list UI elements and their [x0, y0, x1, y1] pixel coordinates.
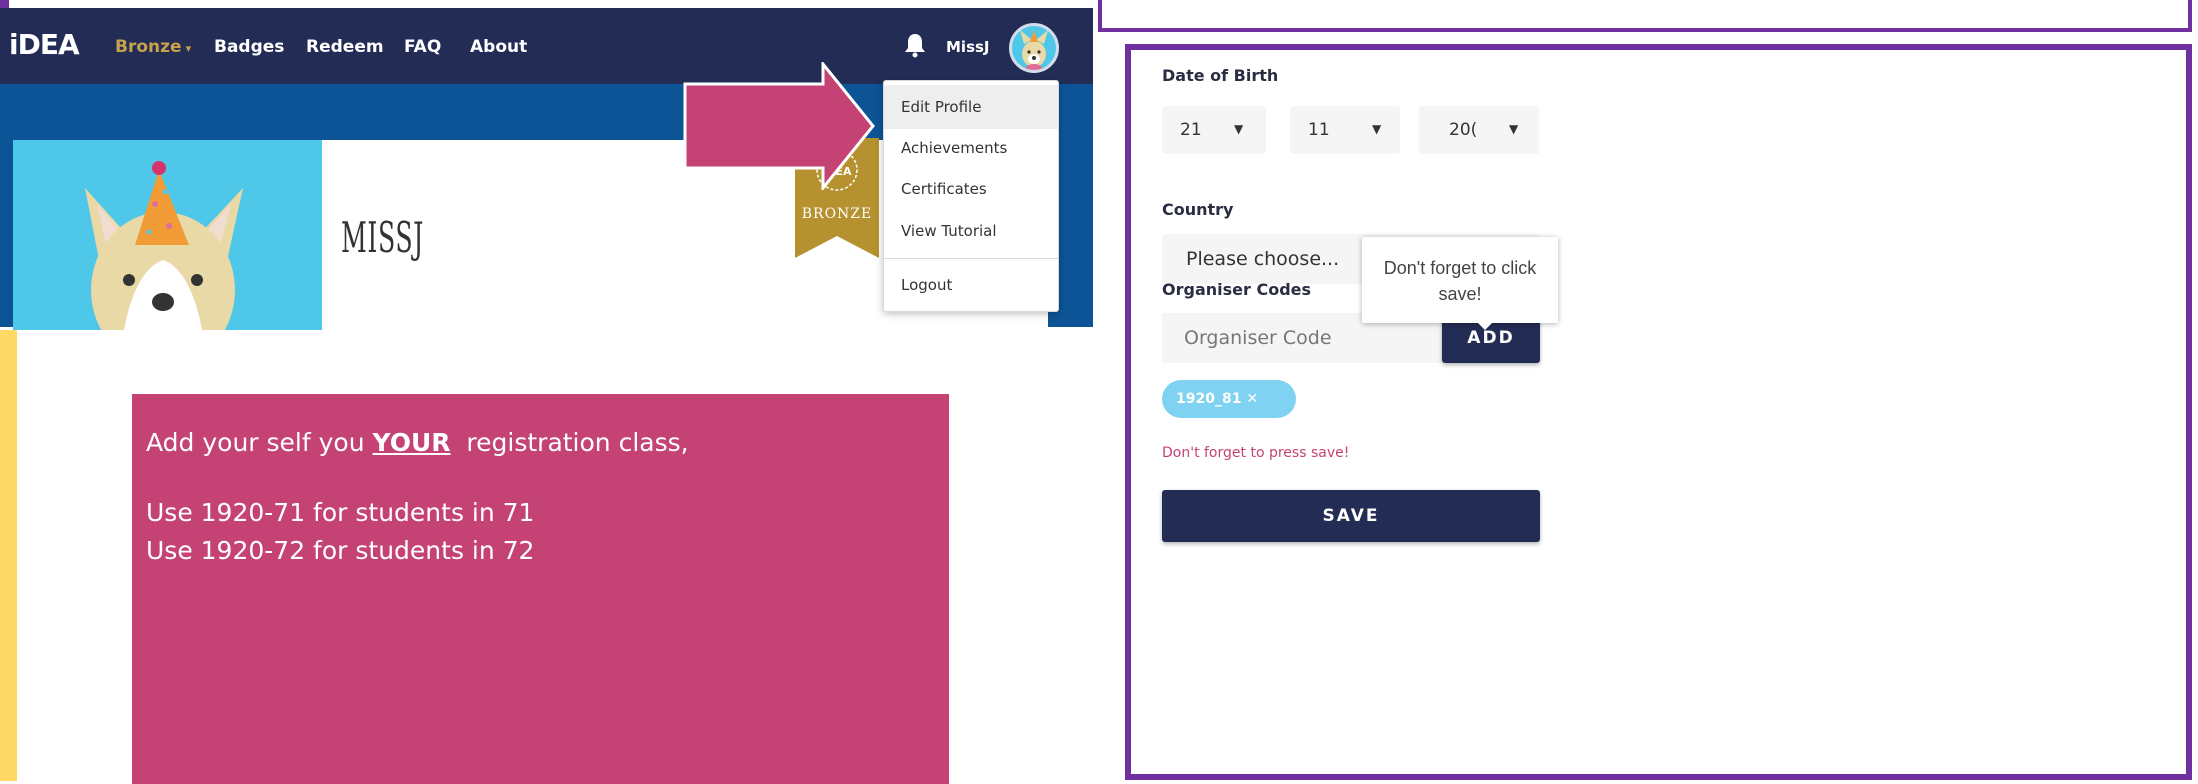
- dob-label: Date of Birth: [1162, 66, 1279, 85]
- organiser-code-placeholder: Organiser Code: [1184, 327, 1332, 349]
- nav-redeem-link[interactable]: Redeem: [306, 37, 384, 57]
- organiser-codes-label: Organiser Codes: [1162, 280, 1312, 299]
- instruction-line-1-post: registration class,: [450, 428, 689, 457]
- instruction-emphasis: YOUR: [372, 428, 451, 457]
- instruction-line-3: Use 1920-72 for students in 72: [146, 536, 535, 565]
- save-tooltip: Don't forget to click save!: [1362, 237, 1558, 323]
- instruction-line-1-pre: Add your self you: [146, 428, 373, 457]
- tooltip-tail: [1476, 321, 1494, 330]
- chevron-down-icon: ▾: [185, 42, 192, 55]
- menu-item-edit-profile[interactable]: Edit Profile: [884, 85, 1058, 129]
- nav-level-label: Bronze: [115, 37, 182, 57]
- nav-faq-link[interactable]: FAQ: [404, 37, 441, 57]
- username-label[interactable]: MissJ: [946, 38, 990, 56]
- bell-icon[interactable]: [904, 32, 926, 58]
- chevron-down-icon: ▼: [1372, 122, 1382, 136]
- organiser-code-tag[interactable]: 1920_81 ✕: [1162, 380, 1296, 418]
- country-label: Country: [1162, 200, 1234, 219]
- profile-dropdown-menu: Edit Profile Achievements Certificates V…: [883, 80, 1059, 312]
- organiser-code-tag-label: 1920_81: [1176, 391, 1242, 407]
- dob-month-value: 11: [1308, 120, 1330, 140]
- dob-day-select[interactable]: 21 ▼: [1162, 106, 1266, 154]
- slide-accent-left: [0, 330, 17, 781]
- dob-year-value: 20(: [1449, 120, 1478, 140]
- avatar[interactable]: [1009, 23, 1059, 73]
- edit-profile-form: Date of Birth 21 ▼ 11 ▼ 20( ▼ Country Pl…: [1125, 44, 2192, 780]
- menu-item-view-tutorial[interactable]: View Tutorial: [884, 212, 1058, 250]
- nav-level-dropdown[interactable]: Bronze ▾: [115, 37, 191, 57]
- nav-badges-link[interactable]: Badges: [214, 37, 284, 57]
- instruction-line-1: Add your self you YOUR registration clas…: [146, 428, 689, 457]
- nav-about-link[interactable]: About: [470, 37, 527, 57]
- menu-item-logout[interactable]: Logout: [884, 266, 1058, 304]
- instruction-callout: Add your self you YOUR registration clas…: [132, 394, 949, 784]
- dob-day-value: 21: [1180, 120, 1202, 140]
- save-button[interactable]: SAVE: [1162, 490, 1540, 542]
- close-icon[interactable]: ✕: [1246, 391, 1258, 407]
- country-value: Please choose...: [1186, 248, 1340, 270]
- chevron-down-icon: ▼: [1509, 122, 1519, 136]
- menu-divider: [884, 258, 1058, 259]
- chevron-down-icon: ▼: [1234, 122, 1244, 136]
- menu-item-achievements[interactable]: Achievements: [884, 129, 1058, 167]
- profile-name: MISSJ: [341, 213, 424, 262]
- menu-item-certificates[interactable]: Certificates: [884, 170, 1058, 208]
- idea-logo[interactable]: iDEA: [9, 28, 80, 61]
- save-reminder-text: Don't forget to press save!: [1162, 445, 1350, 461]
- ribbon-level-text: BRONZE: [802, 206, 873, 222]
- slide-frame-top: [1098, 0, 2192, 32]
- profile-avatar: [13, 140, 322, 330]
- dob-month-select[interactable]: 11 ▼: [1290, 106, 1400, 154]
- pointer-arrow: [683, 59, 875, 193]
- instruction-line-2: Use 1920-71 for students in 71: [146, 498, 535, 527]
- tooltip-text: Don't forget to click save!: [1383, 258, 1537, 304]
- dob-year-select[interactable]: 20( ▼: [1419, 106, 1539, 154]
